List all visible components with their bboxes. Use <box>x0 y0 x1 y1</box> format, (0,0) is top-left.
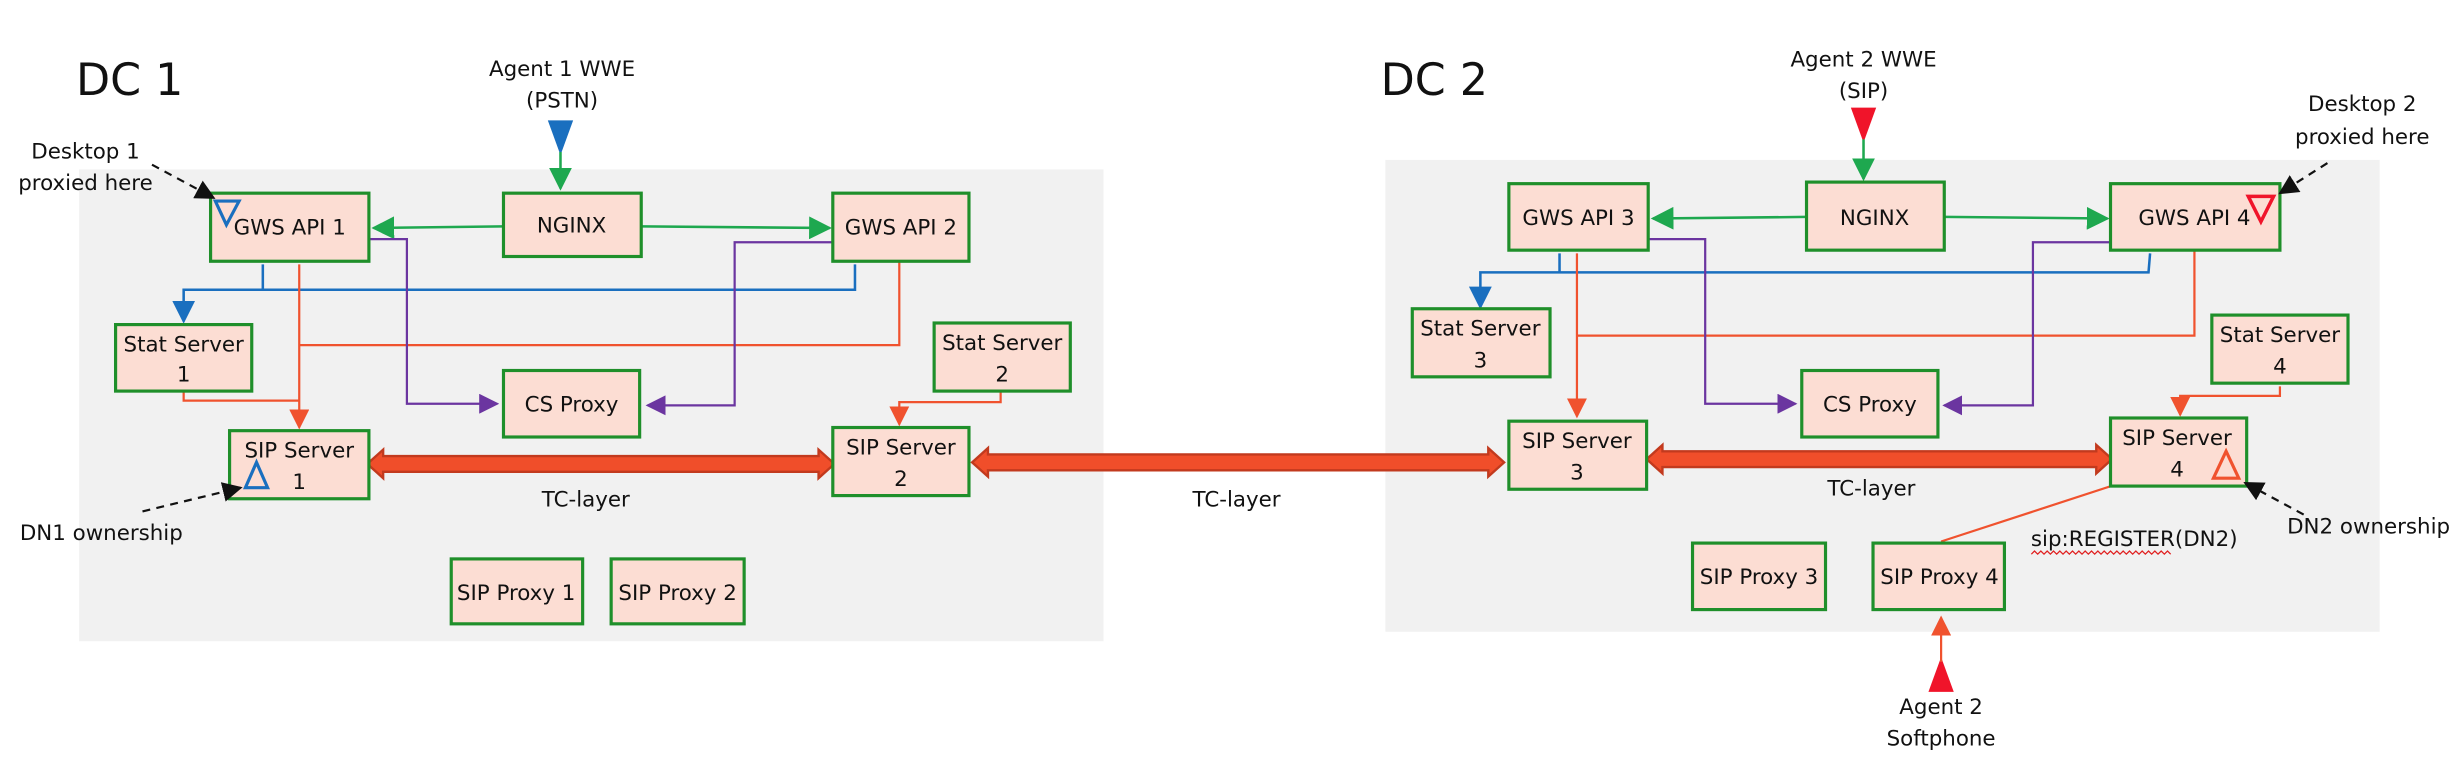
gws-api-3-label: GWS API 3 <box>1522 206 1634 231</box>
desktop2-sublabel: proxied here <box>2295 125 2429 150</box>
sip-proxy-3-box[interactable]: SIP Proxy 3 <box>1690 541 1828 612</box>
cs-proxy-1-box[interactable]: CS Proxy <box>501 368 642 439</box>
sip-server-4-label: SIP Server <box>2122 426 2232 451</box>
gws-api-2-label: GWS API 2 <box>845 215 957 240</box>
stat-server-3-label: Stat Server <box>1420 317 1540 342</box>
sip-proxy-2-label: SIP Proxy 2 <box>618 581 736 606</box>
stat-server-2-label: Stat Server <box>942 331 1062 356</box>
sip-proxy-1-box[interactable]: SIP Proxy 1 <box>449 557 585 626</box>
gws-api-4-box[interactable]: GWS API 4 <box>2108 182 2282 252</box>
tc-layer-dc2-label: TC-layer <box>1826 477 1915 502</box>
link-nginx-gws2 <box>641 216 832 240</box>
softphone-label: Agent 2 <box>1899 695 1983 720</box>
sip-proxy-4-box[interactable]: SIP Proxy 4 <box>1871 541 2007 612</box>
stat-server-1-label: Stat Server <box>124 332 244 357</box>
stat-server-4-label: Stat Server <box>2220 323 2340 348</box>
nginx-2-box[interactable]: NGINX <box>1804 180 1946 252</box>
dc1-title: DC 1 <box>76 55 183 106</box>
desktop1-label: Desktop 1 <box>31 139 139 164</box>
cs-proxy-2-box[interactable]: CS Proxy <box>1800 368 1940 439</box>
dn2-ownership-label: DN2 ownership <box>2287 515 2450 540</box>
gws-api-4-label: GWS API 4 <box>2138 206 2250 231</box>
gws-api-1-label: GWS API 1 <box>234 215 346 240</box>
gws-api-3-box[interactable]: GWS API 3 <box>1507 182 1650 252</box>
cs-proxy-2-label: CS Proxy <box>1823 393 1917 418</box>
sip-server-2-label: SIP Server <box>846 435 956 460</box>
sip-server-1-number: 1 <box>292 470 306 495</box>
stat-server-1-box[interactable]: Stat Server 1 <box>113 323 254 393</box>
stat-server-3-number: 3 <box>1474 348 1488 373</box>
sip-proxy-4-label: SIP Proxy 4 <box>1880 565 1998 590</box>
desktop1-sublabel: proxied here <box>18 171 152 196</box>
agent1-marker-icon <box>547 120 574 156</box>
agent2-label: Agent 2 WWE <box>1790 47 1936 72</box>
nginx-1-box[interactable]: NGINX <box>501 191 643 259</box>
stat-server-1-number: 1 <box>177 363 191 388</box>
link-nginx2-gws3 <box>1650 206 1807 230</box>
sip-server-3-label: SIP Server <box>1522 429 1632 454</box>
gws-api-1-box[interactable]: GWS API 1 <box>208 191 371 263</box>
agent2-sublabel: (SIP) <box>1839 79 1888 104</box>
sip-register-label: sip:REGISTER(DN2) <box>2031 527 2238 552</box>
sip-server-1-label: SIP Server <box>244 439 354 464</box>
stat-server-3-box[interactable]: Stat Server 3 <box>1410 307 1552 379</box>
sip-proxy-1-label: SIP Proxy 1 <box>457 581 575 606</box>
agent2-marker-icon <box>1850 107 1877 143</box>
sip-server-4-number: 4 <box>2170 458 2184 483</box>
architecture-diagram: DC 1 DC 2 GWS API 1 NGINX GWS API 2 Stat… <box>18 47 2450 752</box>
agent1-label: Agent 1 WWE <box>489 57 635 82</box>
softphone-sublabel: Softphone <box>1887 727 1996 752</box>
sip-server-3-box[interactable]: SIP Server 3 <box>1507 419 1649 491</box>
tc-layer-between-label: TC-layer <box>1192 488 1281 513</box>
nginx-1-label: NGINX <box>537 214 606 239</box>
desktop2-label: Desktop 2 <box>2308 92 2416 117</box>
agent1-sublabel: (PSTN) <box>526 89 598 114</box>
cs-proxy-1-label: CS Proxy <box>525 393 619 418</box>
sip-proxy-2-box[interactable]: SIP Proxy 2 <box>609 557 746 626</box>
stat-server-4-number: 4 <box>2273 355 2287 380</box>
stat-server-2-box[interactable]: Stat Server 2 <box>932 321 1072 393</box>
stat-server-4-box[interactable]: Stat Server 4 <box>2210 313 2350 385</box>
sip-server-2-box[interactable]: SIP Server 2 <box>831 425 971 498</box>
nginx-2-label: NGINX <box>1840 206 1909 231</box>
link-nginx-gws1 <box>371 216 504 240</box>
tc-layer-dc1-label: TC-layer <box>541 488 630 513</box>
gws-api-2-box[interactable]: GWS API 2 <box>831 191 971 263</box>
link-nginx2-gws4 <box>1944 206 2110 230</box>
sip-proxy-3-label: SIP Proxy 3 <box>1700 565 1818 590</box>
sip-server-2-number: 2 <box>894 467 908 492</box>
sip-server-3-number: 3 <box>1570 461 1584 486</box>
stat-server-2-number: 2 <box>995 363 1009 388</box>
softphone-marker-icon <box>1928 657 1954 692</box>
dc2-title: DC 2 <box>1381 55 1488 106</box>
dn1-ownership-label: DN1 ownership <box>20 521 183 546</box>
